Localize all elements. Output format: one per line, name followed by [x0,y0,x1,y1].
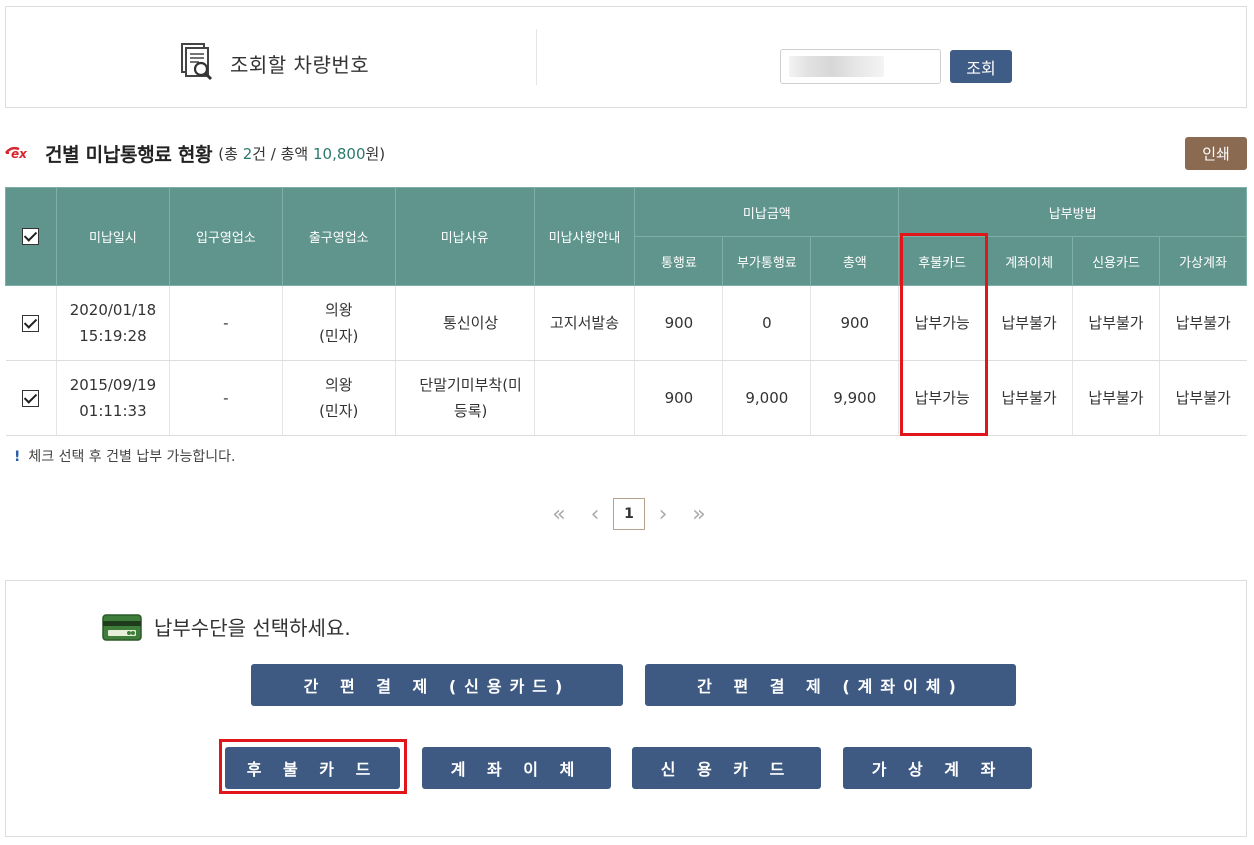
prev-page-button[interactable]: ‹ [577,502,613,527]
payment-title: 납부수단을 선택하세요. [154,616,351,640]
cell-surcharge: 9,000 [722,360,812,436]
ex-logo: ex [5,146,28,161]
section-header: ex 건별 미납통행료 현황 (총 2건 / 총액 10,800원) [5,140,385,166]
easy-pay-transfer-button[interactable]: 간 편 결 제 (계좌이체) [645,664,1016,706]
plate-number-input[interactable] [780,49,941,84]
cell-sum: 9,900 [810,360,900,436]
cell-reason: 통신이상 [395,285,535,361]
cell-deferred: 납부가능 [898,360,987,436]
cell-date: 2020/01/18 15:19:28 [56,285,170,361]
cell-entry: - [169,285,283,361]
easy-pay-card-button[interactable]: 간 편 결 제 (신용카드) [251,664,623,706]
row-checkbox[interactable] [22,315,40,332]
cell-virtual: 납부불가 [1159,360,1247,436]
search-button[interactable]: 조회 [950,50,1012,83]
col-entry: 입구영업소 [168,187,283,286]
col-amount-group: 미납금액 [634,187,900,237]
divider [536,29,537,85]
row-check-cell [5,360,57,436]
card-icon [102,614,142,641]
blurred-plate-value [789,56,884,77]
cell-notice [534,360,636,436]
document-search-icon [181,43,213,81]
cell-reason: 단말기미부착(미 등록) [395,360,535,436]
row-checkbox[interactable] [22,390,40,407]
col-notice: 미납사항안내 [533,187,636,286]
unpaid-count: 2 [242,144,253,163]
col-deferred-card: 후불카드 [898,236,987,286]
account-transfer-button[interactable]: 계 좌 이 체 [422,747,611,789]
col-virtual: 가상계좌 [1158,236,1248,286]
col-exit: 출구영업소 [281,187,396,286]
cell-transfer: 납부불가 [985,360,1074,436]
col-date: 미납일시 [55,187,170,286]
col-transfer: 계좌이체 [985,236,1074,286]
cell-transfer: 납부불가 [985,285,1074,361]
row-check-cell [5,285,57,361]
unpaid-toll-table: 미납일시 입구영업소 출구영업소 미납사유 미납사항안내 미납금액 납부방법 통… [5,187,1248,436]
cell-exit: 의왕 (민자) [282,285,396,361]
section-summary: (총 2건 / 총액 10,800원) [218,144,386,163]
first-page-button[interactable]: « [541,502,577,527]
exclamation-icon: ! [14,449,21,465]
search-label: 조회할 차량번호 [230,53,370,77]
highlight-deferred-button [219,739,407,794]
payment-panel: 납부수단을 선택하세요. [5,580,1247,837]
cell-sum: 900 [810,285,900,361]
pagination: « ‹ 1 › » [541,498,717,530]
print-button[interactable]: 인쇄 [1185,137,1247,170]
cell-date: 2015/09/19 01:11:33 [56,360,170,436]
cell-toll: 900 [634,285,724,361]
cell-surcharge: 0 [722,285,812,361]
current-page[interactable]: 1 [613,498,645,530]
col-reason: 미납사유 [394,187,535,286]
cell-deferred: 납부가능 [898,285,987,361]
col-surcharge: 부가통행료 [722,236,812,286]
unpaid-total: 10,800 [313,144,366,163]
notice-text: ! 체크 선택 후 건별 납부 가능합니다. [14,449,236,465]
col-credit: 신용카드 [1072,236,1160,286]
col-toll: 통행료 [634,236,724,286]
select-all-checkbox[interactable] [22,228,40,245]
select-all-cell [5,187,57,286]
cell-toll: 900 [634,360,724,436]
cell-entry: - [169,360,283,436]
virtual-account-button[interactable]: 가 상 계 좌 [843,747,1032,789]
cell-credit: 납부불가 [1072,360,1160,436]
section-title: 건별 미납통행료 현황 [45,143,213,166]
table-row: 2020/01/18 15:19:28 - 의왕 (민자) 통신이상 고지서발송 9… [5,285,1247,361]
search-panel: 조회할 차량번호 조회 [5,6,1247,108]
next-page-button[interactable]: › [645,502,681,527]
col-sum: 총액 [810,236,900,286]
credit-card-button[interactable]: 신 용 카 드 [632,747,821,789]
cell-credit: 납부불가 [1072,285,1160,361]
svg-text:ex: ex [11,147,28,161]
last-page-button[interactable]: » [681,502,717,527]
table-row: 2015/09/19 01:11:33 - 의왕 (민자) 단말기미부착(미 등록) … [5,360,1247,436]
cell-exit: 의왕 (민자) [282,360,396,436]
cell-notice: 고지서발송 [534,285,636,361]
col-method-group: 납부방법 [898,187,1247,237]
cell-virtual: 납부불가 [1159,285,1247,361]
